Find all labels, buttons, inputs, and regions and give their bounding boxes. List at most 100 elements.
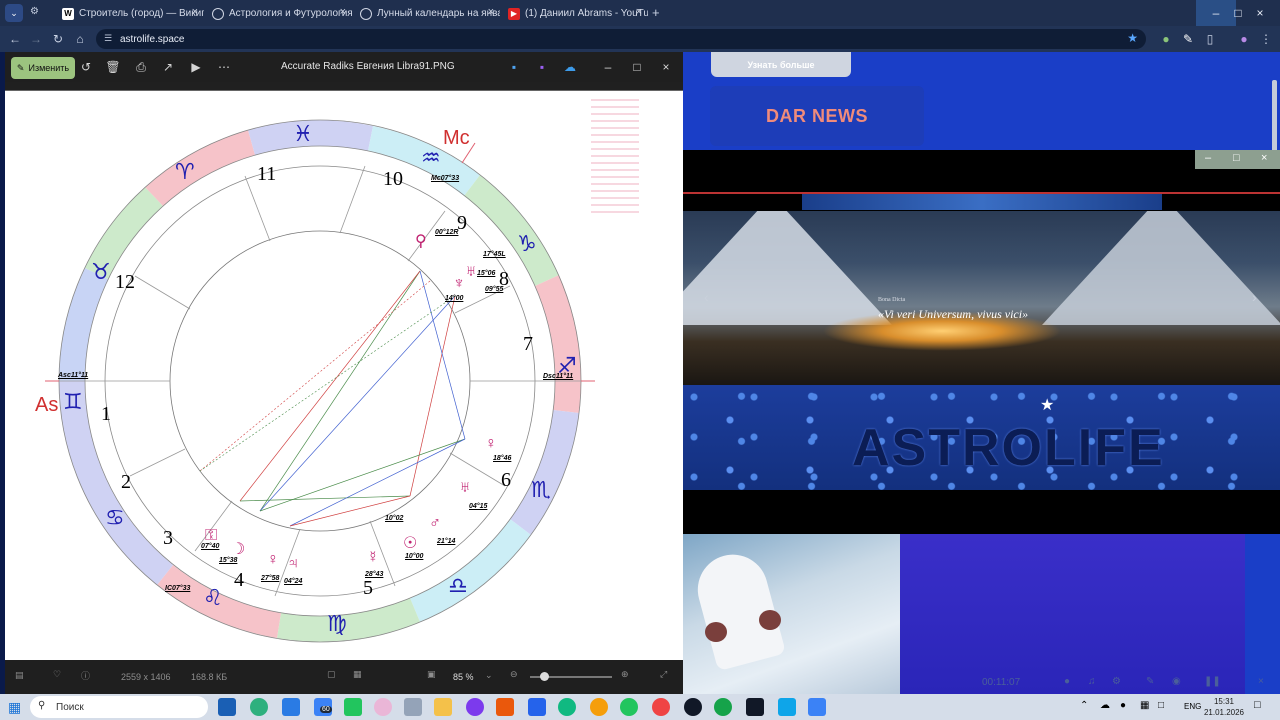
print-icon[interactable]: ⎙: [132, 58, 150, 76]
mic-icon[interactable]: ●: [1064, 676, 1070, 687]
tray-icon[interactable]: ●: [1120, 700, 1126, 711]
close-tab-icon[interactable]: ×: [192, 6, 198, 18]
forward-arrow-icon[interactable]: →: [27, 30, 45, 48]
bookmark-star-icon[interactable]: ★: [1127, 31, 1138, 45]
tab-astrology[interactable]: Астрология и Футурология. Н ×: [204, 3, 352, 24]
delete-icon[interactable]: 🗑: [104, 58, 122, 76]
app-icon[interactable]: [496, 698, 514, 716]
system-clock[interactable]: 15:31 21.01.2026: [1204, 696, 1244, 718]
favorite-icon[interactable]: ♡: [53, 669, 61, 680]
new-tab-button[interactable]: +: [652, 5, 660, 20]
puzzle-icon[interactable]: ▯: [1201, 30, 1219, 48]
close-icon[interactable]: ×: [1261, 152, 1267, 164]
chrome-icon[interactable]: [652, 698, 670, 716]
image-canvas[interactable]: Mc As Mc07°33 Asc11°11 Dsc11°11 IC07°33 …: [5, 90, 683, 660]
app-icon[interactable]: [684, 698, 702, 716]
slideshow-icon[interactable]: ▶: [187, 58, 205, 76]
kebab-menu-icon[interactable]: ⋮: [1257, 30, 1275, 48]
whatsapp-icon[interactable]: [620, 698, 638, 716]
zoom-slider-thumb[interactable]: [540, 672, 549, 681]
site-info-icon[interactable]: ☰: [104, 33, 112, 44]
tab-youtube[interactable]: ▶ (1) Даниил Abrams - YouTube ×: [500, 3, 648, 24]
tray-chevron-icon[interactable]: ⌃: [1080, 700, 1088, 711]
app-icon[interactable]: [466, 698, 484, 716]
settings-icon[interactable]: ⚙: [1112, 676, 1121, 687]
app-icon[interactable]: [374, 698, 392, 716]
network-icon[interactable]: □: [1158, 700, 1164, 711]
word-icon[interactable]: [528, 698, 546, 716]
dar-news-heading[interactable]: DAR NEWS: [710, 86, 924, 146]
task-view-icon[interactable]: [218, 698, 236, 716]
scrollbar-thumb[interactable]: [1272, 80, 1277, 160]
zoom-out-icon[interactable]: ⊖: [510, 669, 518, 680]
zoom-slider[interactable]: [530, 672, 612, 681]
extensions-tab-icon[interactable]: ⚙: [30, 6, 39, 17]
minimize-icon[interactable]: –: [1205, 152, 1211, 164]
close-button[interactable]: ×: [1240, 0, 1280, 26]
extension-icon[interactable]: ✎: [1179, 30, 1197, 48]
photos-icon[interactable]: [778, 698, 796, 716]
pause-icon[interactable]: ❚❚: [1204, 676, 1221, 687]
clipchamp-icon[interactable]: ▪: [533, 58, 551, 76]
address-bar[interactable]: ☰ astrolife.space ★: [96, 29, 1146, 49]
close-tab-icon[interactable]: ×: [636, 6, 642, 18]
app-icon[interactable]: [344, 698, 362, 716]
learn-more-button[interactable]: Узнать больше: [711, 52, 851, 77]
app-icon[interactable]: [746, 698, 764, 716]
tab-lunar[interactable]: Лунный календарь на январь ×: [352, 3, 500, 24]
edge-icon[interactable]: [250, 698, 268, 716]
maximize-icon[interactable]: □: [1233, 152, 1240, 164]
edit-app-icon[interactable]: ▪: [505, 58, 523, 76]
fullscreen-icon[interactable]: ⤢: [660, 669, 667, 680]
video-popup-window[interactable]: – □ × Bona Dicta «Vi veri Universum, viv…: [682, 150, 1280, 534]
notification-icon[interactable]: □: [1254, 699, 1261, 711]
camera-icon[interactable]: ◉: [1172, 676, 1181, 687]
close-tab-icon[interactable]: ×: [340, 6, 346, 18]
edge-browser-icon[interactable]: [558, 698, 576, 716]
minimize-icon[interactable]: –: [599, 58, 617, 76]
home-icon[interactable]: ⌂: [71, 30, 89, 48]
share-icon[interactable]: ↗: [159, 58, 177, 76]
explorer-icon[interactable]: [434, 698, 452, 716]
info-icon[interactable]: ⓘ: [81, 669, 90, 682]
zoom-dropdown[interactable]: 85 %: [453, 672, 474, 682]
app-icon[interactable]: [404, 698, 422, 716]
virgo-icon: ♍: [327, 611, 347, 636]
reload-icon[interactable]: ↻: [49, 30, 67, 48]
zoom-in-icon[interactable]: ⊕: [621, 669, 629, 680]
fit-icon[interactable]: ▢: [327, 669, 336, 680]
crop-icon[interactable]: ▣: [427, 669, 436, 680]
profile-avatar[interactable]: ●: [1235, 30, 1253, 48]
next-arrow-icon[interactable]: ›: [1252, 289, 1257, 305]
app-icon[interactable]: [808, 698, 826, 716]
edit-button[interactable]: ✎ Изменить: [11, 57, 75, 79]
tray-icon[interactable]: ☁: [1100, 700, 1110, 711]
onedrive-icon[interactable]: ☁: [561, 58, 579, 76]
actual-size-icon[interactable]: ▦: [353, 669, 362, 680]
close-icon[interactable]: ×: [657, 58, 675, 76]
language-indicator[interactable]: ENG: [1184, 702, 1201, 711]
app-icon[interactable]: [714, 698, 732, 716]
chevron-down-icon[interactable]: ⌄: [485, 670, 493, 681]
tray-icon[interactable]: ▦: [1140, 700, 1149, 711]
taskbar-search[interactable]: ⚲ Поиск: [30, 696, 208, 718]
browser-menu-button[interactable]: ⌄: [5, 4, 23, 22]
tab-wikipedia[interactable]: W Строитель (город) — Википед ×: [54, 3, 204, 24]
close-icon[interactable]: ×: [1258, 676, 1264, 687]
windows-start-icon[interactable]: ▦: [8, 699, 21, 716]
more-icon[interactable]: ⋯: [215, 58, 233, 76]
maximize-icon[interactable]: □: [628, 58, 646, 76]
volume-icon[interactable]: ♫: [1088, 676, 1096, 687]
mc-label: Mc: [443, 127, 470, 149]
rotate-icon[interactable]: ↺: [77, 58, 95, 76]
todo-icon[interactable]: 60: [314, 698, 332, 716]
filmstrip-icon[interactable]: ▤: [15, 670, 24, 681]
search-label: Поиск: [56, 701, 84, 713]
close-tab-icon[interactable]: ×: [488, 6, 494, 18]
edit-icon[interactable]: ✎: [1146, 676, 1154, 687]
mail-icon[interactable]: [282, 698, 300, 716]
back-arrow-icon[interactable]: ←: [6, 30, 24, 48]
extension-icon[interactable]: ●: [1157, 30, 1175, 48]
app-icon[interactable]: [590, 698, 608, 716]
prev-arrow-icon[interactable]: ‹: [704, 289, 709, 305]
